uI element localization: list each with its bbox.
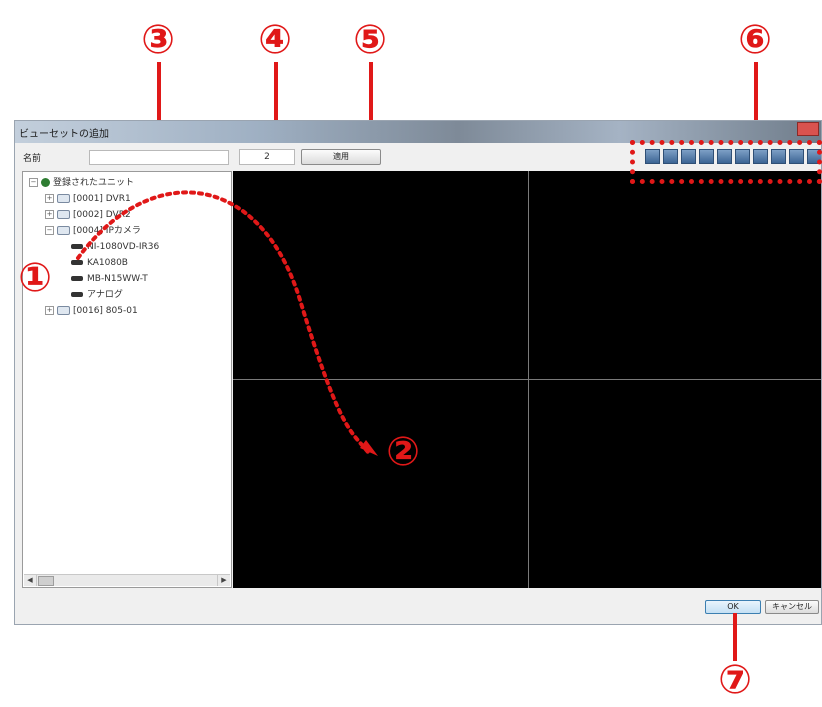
callout-1: ①: [18, 255, 52, 301]
callout-2: ②: [386, 429, 420, 475]
drag-arrow: [76, 190, 378, 456]
callout-7: ⑦: [718, 657, 752, 703]
callout-7-leader: [733, 613, 737, 661]
